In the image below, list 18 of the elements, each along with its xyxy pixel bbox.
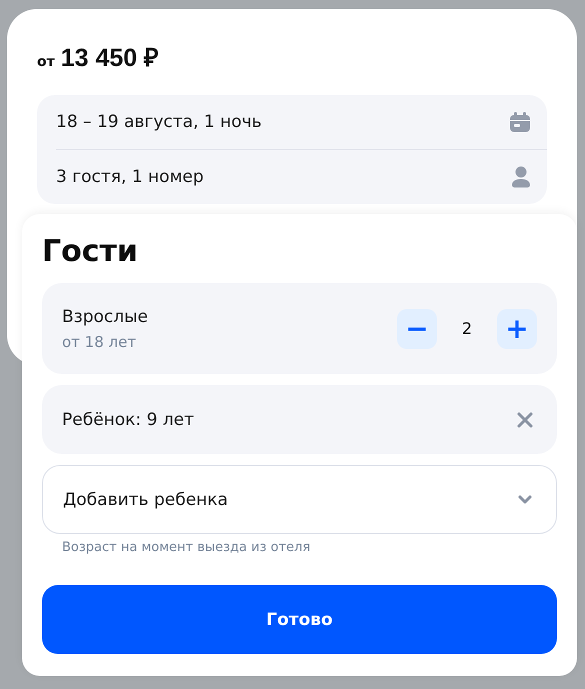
done-button[interactable]: Готово [42,585,557,654]
adults-count: 2 [460,319,474,338]
child-label: Ребёнок: 9 лет [62,410,194,430]
guests-field[interactable]: 3 гостя, 1 номер [56,167,204,187]
sheet-title: Гости [42,234,139,269]
plus-button[interactable]: + [497,308,537,348]
minus-button[interactable]: − [397,308,437,348]
adults-hint: от 18 лет [62,332,138,350]
price-prefix: от [37,54,55,70]
person-icon [511,166,531,188]
price: 13 450 ₽ [60,43,160,73]
add-child-dropdown[interactable]: Добавить ребенка [42,465,557,534]
chevron-down-icon [518,495,532,504]
age-note: Возраст на момент выезда из отеля [62,540,312,555]
adults-label: Взрослые [62,306,148,326]
close-icon[interactable] [517,412,533,428]
calendar-icon [509,111,531,133]
dates-field[interactable]: 18 – 19 августа, 1 ночь [56,112,262,132]
